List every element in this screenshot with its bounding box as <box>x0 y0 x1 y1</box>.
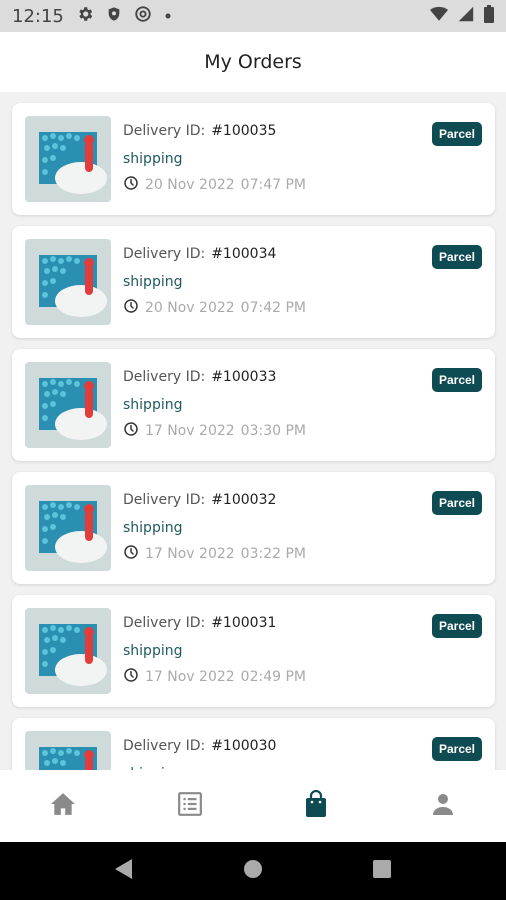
delivery-id: #100035 <box>211 123 277 139</box>
dot-icon <box>164 7 172 25</box>
nav-profile[interactable] <box>413 776 473 836</box>
clock-icon <box>123 421 139 441</box>
order-type-badge: Parcel <box>431 737 482 761</box>
order-time: 07:42 PM <box>240 300 306 316</box>
order-status: shipping <box>123 274 183 290</box>
recents-square-icon[interactable] <box>372 859 392 884</box>
battery-icon <box>484 4 494 28</box>
settings-gear-icon <box>76 5 94 28</box>
home-circle-icon[interactable] <box>242 858 264 885</box>
order-type-badge: Parcel <box>431 614 482 638</box>
clock-icon <box>123 667 139 687</box>
order-type-badge: Parcel <box>431 245 482 269</box>
order-thumbnail <box>25 731 111 770</box>
delivery-id-line: Delivery ID: #100032 <box>123 492 277 508</box>
delivery-id: #100033 <box>211 369 277 385</box>
orders-list[interactable]: Delivery ID: #100035 shipping 20 Nov 2022… <box>0 92 506 770</box>
back-triangle-icon[interactable] <box>114 858 134 885</box>
order-status: shipping <box>123 151 183 167</box>
order-date: 17 Nov 2022 <box>145 423 235 439</box>
order-type-badge: Parcel <box>431 491 482 515</box>
delivery-id: #100031 <box>211 615 277 631</box>
wifi-icon <box>430 6 448 27</box>
order-timestamp: 17 Nov 2022 03:22 PM <box>123 544 306 564</box>
order-date: 17 Nov 2022 <box>145 546 235 562</box>
order-date: 17 Nov 2022 <box>145 669 235 685</box>
nav-home[interactable] <box>33 776 93 836</box>
order-card[interactable]: Delivery ID: #100031 shipping 17 Nov 2022… <box>12 595 495 707</box>
order-thumbnail <box>25 116 111 202</box>
order-thumbnail <box>25 608 111 694</box>
list-icon <box>177 791 203 822</box>
order-status: shipping <box>123 397 183 413</box>
delivery-id-line: Delivery ID: #100034 <box>123 246 277 262</box>
order-timestamp: 17 Nov 2022 03:30 PM <box>123 421 306 441</box>
delivery-id-line: Delivery ID: #100035 <box>123 123 277 139</box>
order-card[interactable]: Delivery ID: #100034 shipping 20 Nov 2022… <box>12 226 495 338</box>
order-type-badge: Parcel <box>431 368 482 392</box>
order-timestamp: 17 Nov 2022 02:49 PM <box>123 667 306 687</box>
shopping-bag-icon <box>304 789 328 823</box>
order-thumbnail <box>25 485 111 571</box>
bottom-navigation <box>0 770 506 842</box>
delivery-id: #100032 <box>211 492 277 508</box>
order-card[interactable]: Delivery ID: #100035 shipping 20 Nov 2022… <box>12 103 495 215</box>
order-card[interactable]: Delivery ID: #100033 shipping 17 Nov 2022… <box>12 349 495 461</box>
status-bar: 12:15 <box>0 0 506 32</box>
nav-list[interactable] <box>160 776 220 836</box>
person-icon <box>431 792 455 821</box>
system-navigation-bar <box>0 842 506 900</box>
order-timestamp: 20 Nov 2022 07:47 PM <box>123 175 306 195</box>
status-time: 12:15 <box>12 5 64 27</box>
order-status: shipping <box>123 520 183 536</box>
clock-icon <box>123 544 139 564</box>
order-time: 07:47 PM <box>240 177 306 193</box>
order-time: 02:49 PM <box>240 669 306 685</box>
delivery-id: #100034 <box>211 246 277 262</box>
delivery-id-line: Delivery ID: #100030 <box>123 738 277 754</box>
clock-icon <box>123 298 139 318</box>
order-date: 20 Nov 2022 <box>145 177 235 193</box>
delivery-id-line: Delivery ID: #100033 <box>123 369 277 385</box>
nav-orders[interactable] <box>286 776 346 836</box>
order-date: 20 Nov 2022 <box>145 300 235 316</box>
order-type-badge: Parcel <box>431 122 482 146</box>
at-sign-icon <box>134 5 152 28</box>
order-thumbnail <box>25 362 111 448</box>
delivery-id-line: Delivery ID: #100031 <box>123 615 277 631</box>
home-icon <box>50 792 76 821</box>
shield-icon <box>106 5 122 28</box>
app-bar: My Orders <box>0 32 506 92</box>
order-card[interactable]: Delivery ID: #100032 shipping 17 Nov 2022… <box>12 472 495 584</box>
order-status: shipping <box>123 643 183 659</box>
order-timestamp: 20 Nov 2022 07:42 PM <box>123 298 306 318</box>
order-time: 03:22 PM <box>240 546 306 562</box>
order-thumbnail <box>25 239 111 325</box>
order-card[interactable]: Delivery ID:#100030 shipping Parcel <box>12 718 495 770</box>
delivery-id: #100030 <box>211 738 277 754</box>
clock-icon <box>123 175 139 195</box>
signal-icon <box>458 6 474 27</box>
order-time: 03:30 PM <box>240 423 306 439</box>
page-title: My Orders <box>204 51 302 73</box>
